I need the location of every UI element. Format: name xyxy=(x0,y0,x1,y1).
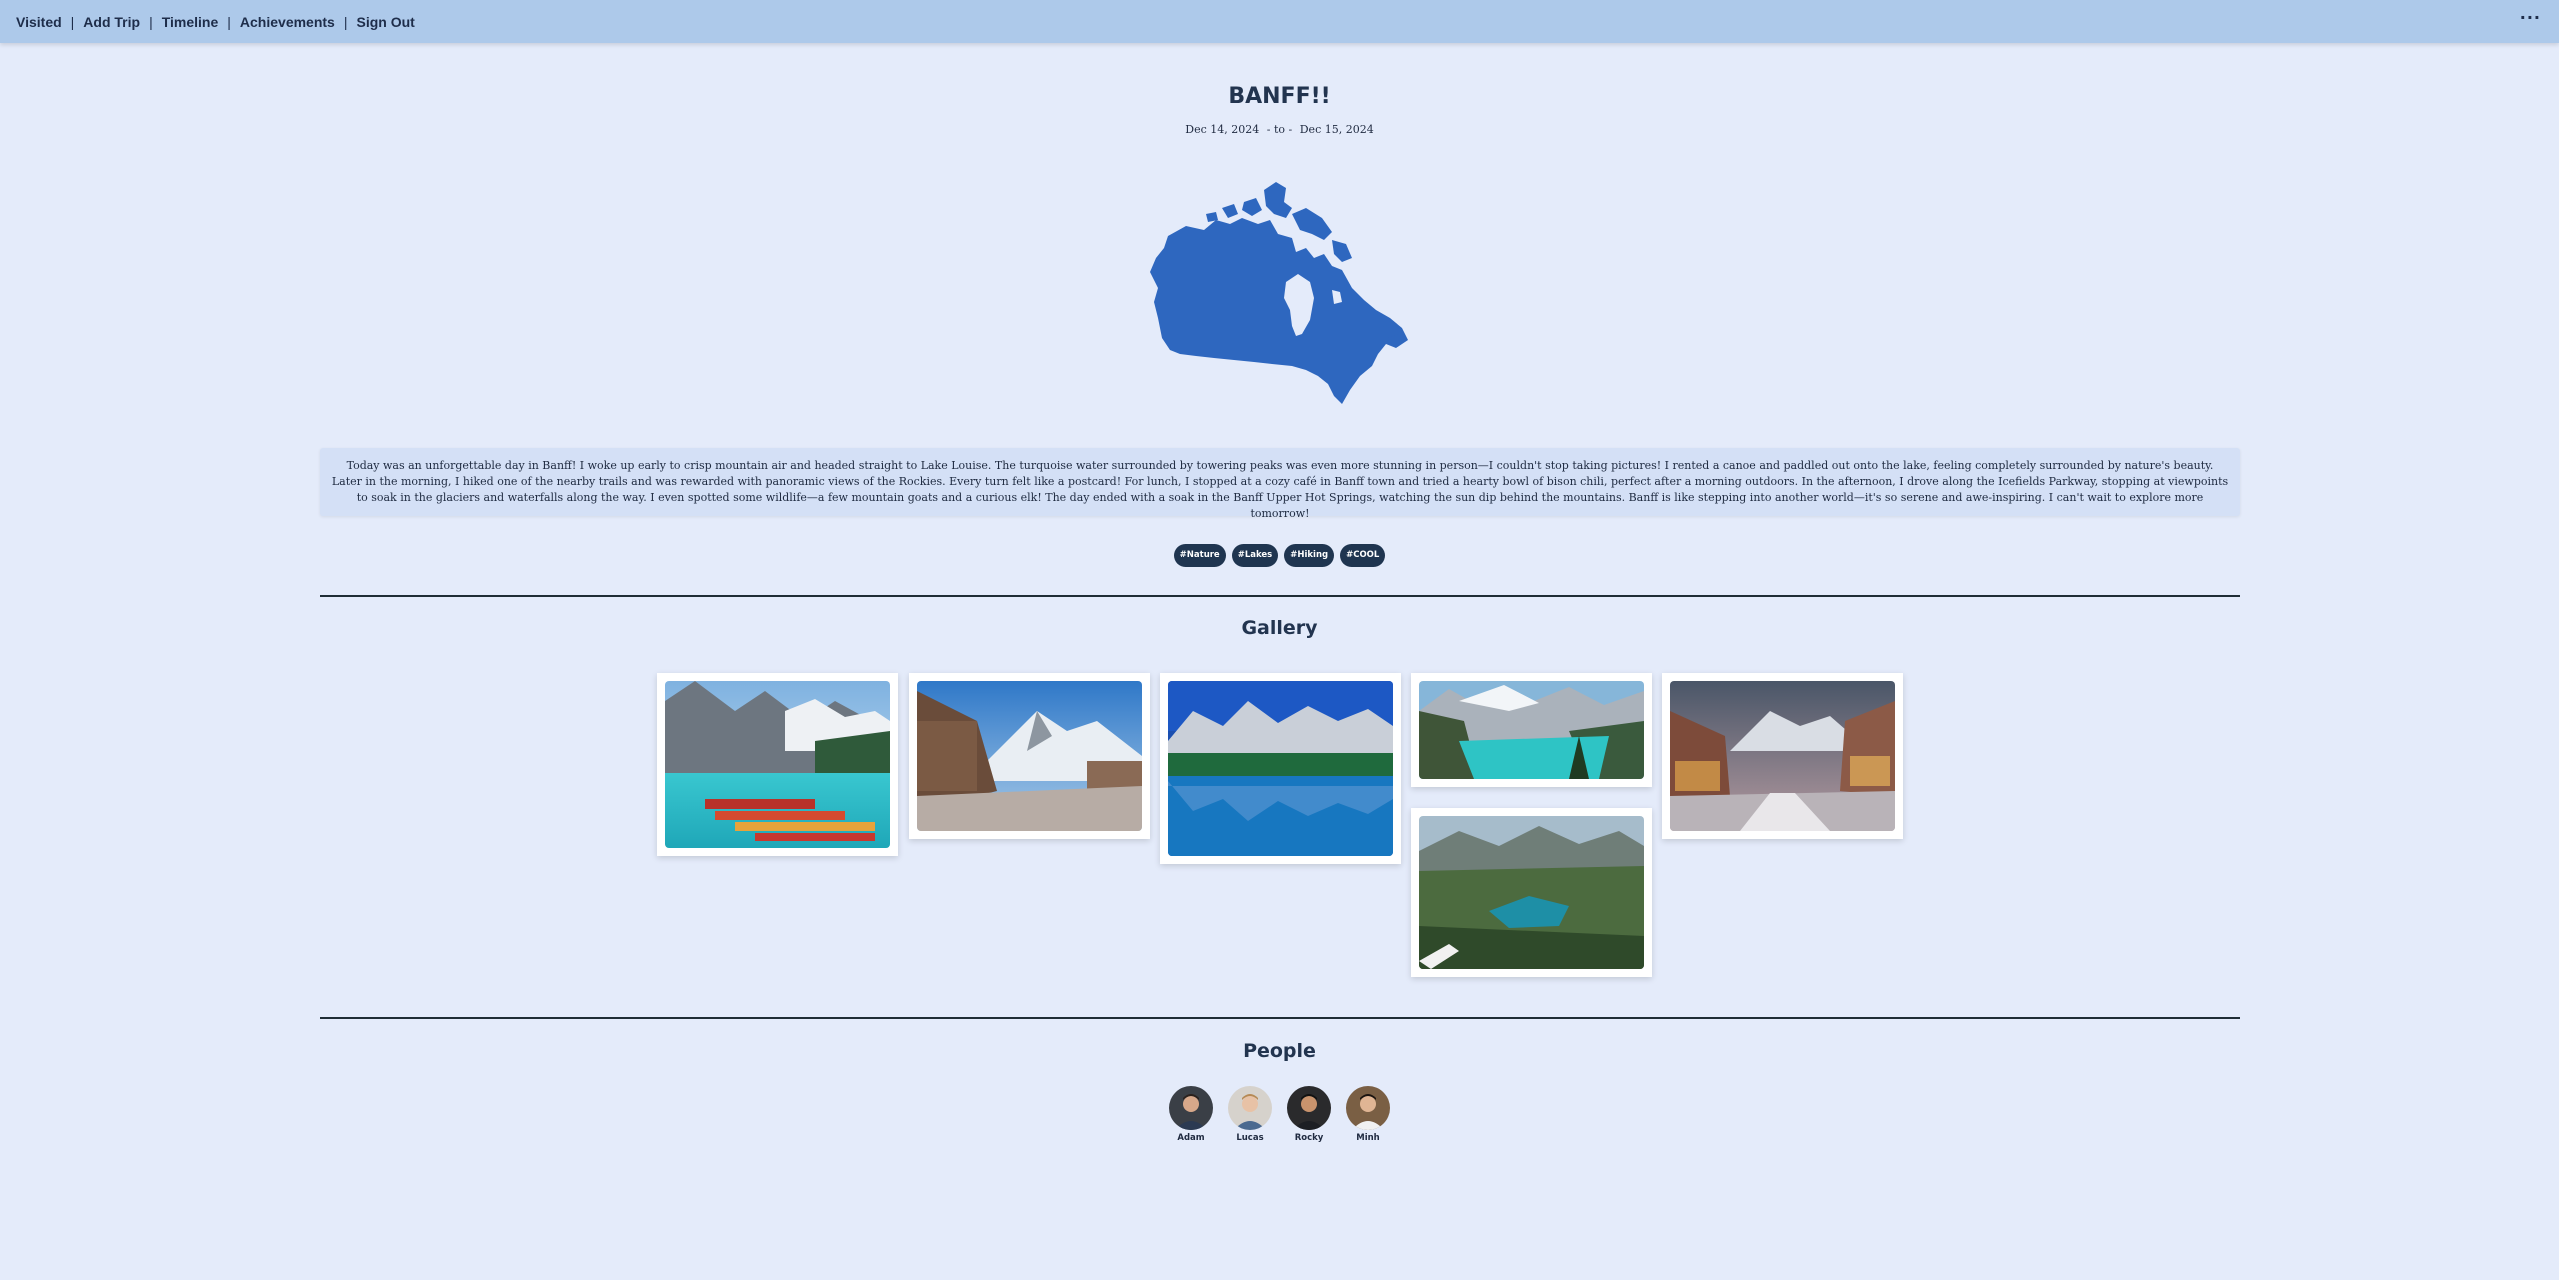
nav-timeline[interactable]: Timeline xyxy=(162,14,219,30)
person-adam[interactable]: Adam xyxy=(1169,1086,1213,1143)
nav-sign-out[interactable]: Sign Out xyxy=(356,14,414,30)
date-separator: - to - xyxy=(1266,123,1293,136)
tag-list: #Nature #Lakes #Hiking #COOL xyxy=(0,544,2559,567)
person-name: Adam xyxy=(1177,1133,1205,1143)
nav-visited[interactable]: Visited xyxy=(16,14,62,30)
avatar xyxy=(1228,1086,1272,1130)
person-rocky[interactable]: Rocky xyxy=(1287,1086,1331,1143)
people-list: Adam Lucas Rocky Minh xyxy=(0,1086,2559,1143)
more-horizontal-icon[interactable]: ··· xyxy=(2520,8,2541,27)
canada-map-icon xyxy=(1150,182,1408,404)
avatar xyxy=(1346,1086,1390,1130)
nav-separator: | xyxy=(227,13,231,30)
person-lucas[interactable]: Lucas xyxy=(1228,1086,1272,1143)
divider xyxy=(320,595,2240,597)
lake-canoes-photo[interactable] xyxy=(657,673,898,856)
tag-lakes[interactable]: #Lakes xyxy=(1231,544,1279,567)
moraine-lake-photo[interactable] xyxy=(1411,673,1652,787)
divider xyxy=(320,1017,2240,1019)
start-date: Dec 14, 2024 xyxy=(1185,123,1260,136)
person-name: Lucas xyxy=(1236,1133,1264,1143)
nav-separator: | xyxy=(70,13,75,30)
end-date: Dec 15, 2024 xyxy=(1299,123,1374,136)
trip-dates: Dec 14, 2024 - to - Dec 15, 2024 xyxy=(0,123,2559,136)
main-nav: Visited | Add Trip | Timeline | Achievem… xyxy=(16,0,415,43)
gallery-title: Gallery xyxy=(1241,617,1318,639)
people-title: People xyxy=(1243,1040,1316,1062)
top-nav-bar: Visited | Add Trip | Timeline | Achievem… xyxy=(0,0,2559,43)
alpine-lake-valley-photo[interactable] xyxy=(1411,808,1652,977)
nav-achievements[interactable]: Achievements xyxy=(240,14,335,30)
blue-lake-reflection-photo[interactable] xyxy=(1160,673,1401,864)
person-name: Rocky xyxy=(1294,1133,1324,1143)
person-minh[interactable]: Minh xyxy=(1346,1086,1390,1143)
avatar xyxy=(1287,1086,1331,1130)
banff-street-photo[interactable] xyxy=(909,673,1150,839)
tag-cool[interactable]: #COOL xyxy=(1340,544,1386,567)
tag-nature[interactable]: #Nature xyxy=(1173,544,1226,567)
tag-hiking[interactable]: #Hiking xyxy=(1284,544,1335,567)
nav-add-trip[interactable]: Add Trip xyxy=(83,14,140,30)
person-name: Minh xyxy=(1356,1133,1380,1143)
nav-separator: | xyxy=(343,13,348,30)
nav-separator: | xyxy=(149,13,153,30)
avatar xyxy=(1169,1086,1213,1130)
trip-title: BANFF!! xyxy=(1228,84,1331,109)
trip-story: Today was an unforgettable day in Banff!… xyxy=(320,448,2240,520)
banff-town-evening-photo[interactable] xyxy=(1662,673,1903,839)
